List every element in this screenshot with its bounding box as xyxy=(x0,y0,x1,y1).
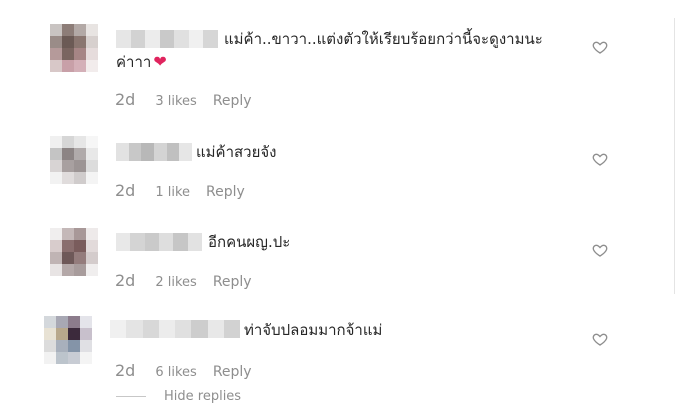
comment-text-line: อีกคนผญ.ปะ xyxy=(208,233,291,251)
timestamp[interactable]: 2d xyxy=(115,181,135,200)
reply-button[interactable]: Reply xyxy=(213,364,252,380)
comment-text-line: ค่าาา xyxy=(116,53,152,71)
comment-text-continued: ค่าาา ❤ xyxy=(116,51,167,73)
heart-outline-icon[interactable] xyxy=(592,331,608,347)
username-redacted[interactable] xyxy=(116,143,193,161)
comment-text-line: แม่ค้า..ขาวา..แต่งตัวให้เรียบร้อยกว่านี้… xyxy=(224,30,543,48)
comment-meta: 2d 2 likes Reply xyxy=(115,271,252,290)
avatar[interactable] xyxy=(50,24,98,72)
comment-meta: 2d 1 like Reply xyxy=(115,181,245,200)
timestamp[interactable]: 2d xyxy=(115,271,135,290)
panel-divider xyxy=(674,18,675,294)
comment-text: ท่าจับปลอมมากจ้าแม่ xyxy=(244,319,382,341)
hide-replies-label[interactable]: Hide replies xyxy=(164,389,241,404)
username-redacted[interactable] xyxy=(116,30,219,48)
comment-text-line: แม่ค้าสวยจัง xyxy=(196,143,277,161)
comment-meta: 2d 3 likes Reply xyxy=(115,90,252,109)
hide-replies-button[interactable]: Hide replies xyxy=(116,389,241,404)
heart-outline-icon[interactable] xyxy=(592,242,608,258)
avatar[interactable] xyxy=(44,316,92,364)
comment-text: อีกคนผญ.ปะ xyxy=(208,231,290,253)
reply-button[interactable]: Reply xyxy=(213,274,252,290)
reply-button[interactable]: Reply xyxy=(206,184,245,200)
comment-text-line: ท่าจับปลอมมากจ้าแม่ xyxy=(244,321,383,339)
heart-outline-icon[interactable] xyxy=(592,151,608,167)
timestamp[interactable]: 2d xyxy=(115,90,135,109)
username-redacted[interactable] xyxy=(110,320,240,338)
avatar[interactable] xyxy=(50,228,98,276)
comment-text: แม่ค้าสวยจัง xyxy=(196,141,277,163)
likes-count[interactable]: 6 likes xyxy=(155,365,196,380)
heart-outline-icon[interactable] xyxy=(592,39,608,55)
red-heart-emoji-icon: ❤ xyxy=(153,52,167,71)
likes-count[interactable]: 3 likes xyxy=(155,94,196,109)
likes-count[interactable]: 1 like xyxy=(155,185,190,200)
username-redacted[interactable] xyxy=(116,233,202,251)
comment-text: แม่ค้า..ขาวา..แต่งตัวให้เรียบร้อยกว่านี้… xyxy=(224,28,543,50)
comment-meta: 2d 6 likes Reply xyxy=(115,361,252,380)
likes-count[interactable]: 2 likes xyxy=(155,275,196,290)
timestamp[interactable]: 2d xyxy=(115,361,135,380)
avatar[interactable] xyxy=(50,136,98,184)
reply-button[interactable]: Reply xyxy=(213,93,252,109)
replies-divider-line xyxy=(116,396,146,397)
